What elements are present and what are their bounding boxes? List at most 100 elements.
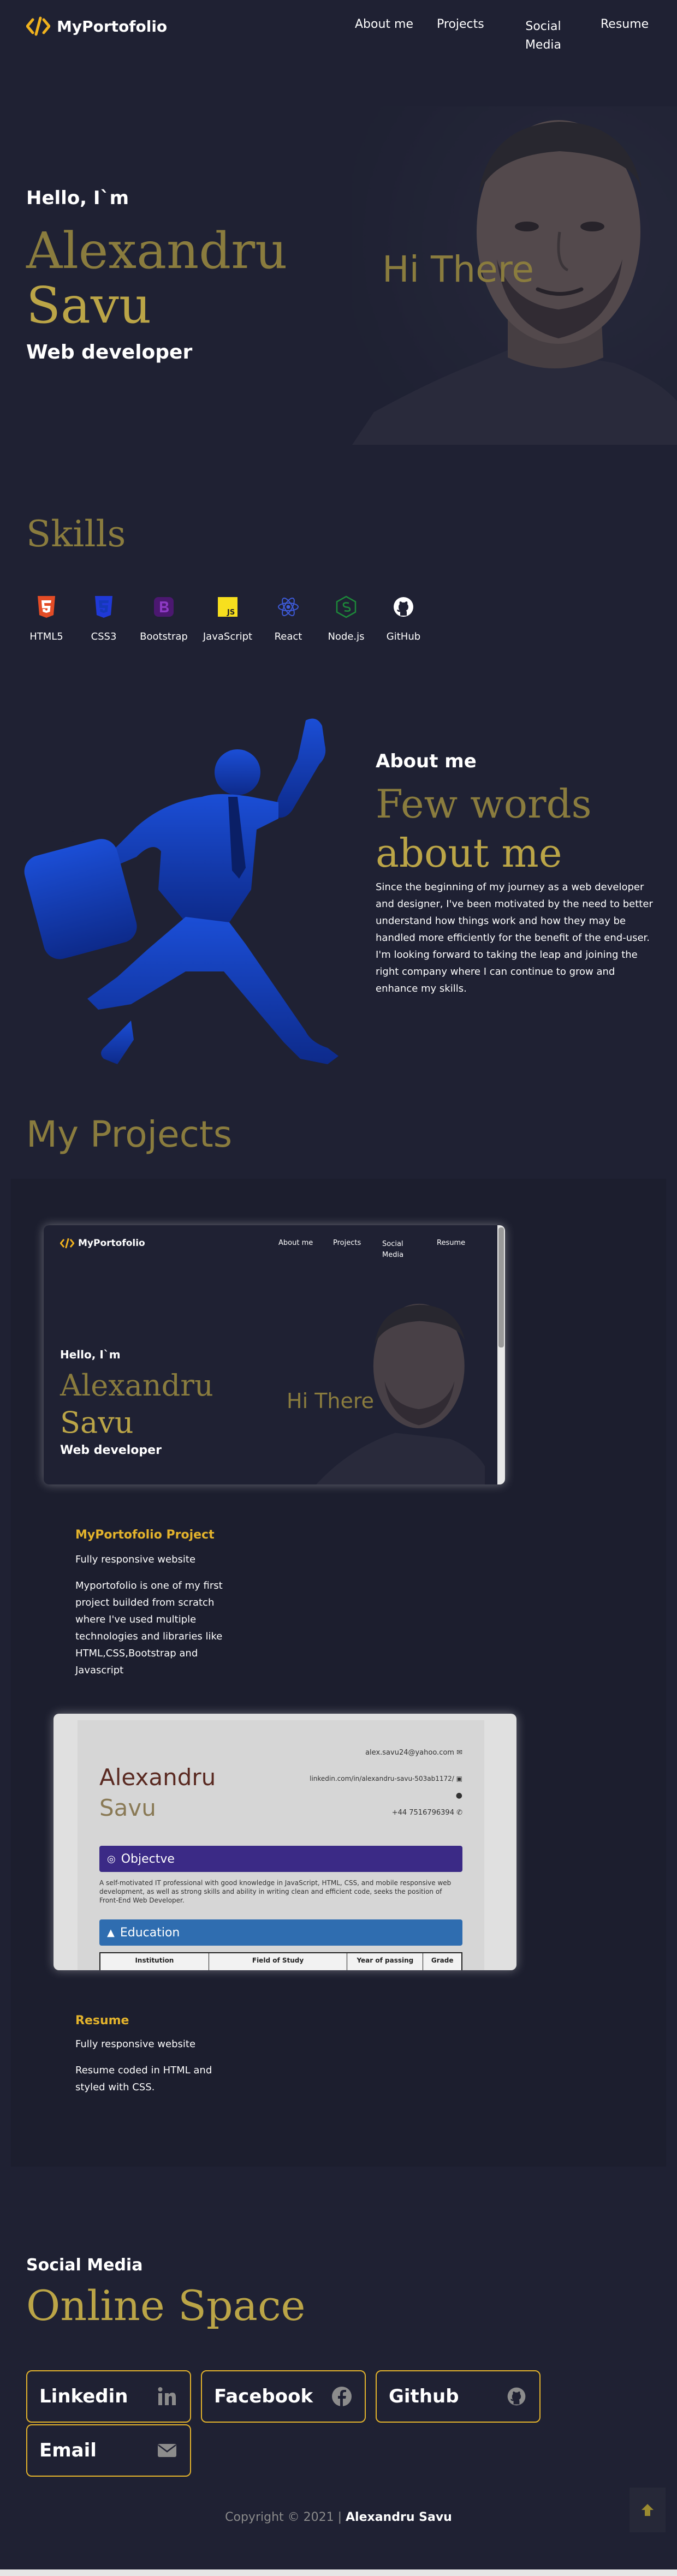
skill-label: Node.js: [328, 631, 365, 642]
nav-link-about[interactable]: About me: [355, 17, 413, 31]
horizontal-scrollbar[interactable]: [0, 2569, 677, 2576]
preview-scrollbar-thumb[interactable]: [498, 1227, 504, 1347]
email-button-label: Email: [39, 2440, 97, 2461]
preview-brand-logo: MyPortofolio: [60, 1237, 145, 1249]
html5-icon: [38, 596, 55, 618]
skill-label: React: [274, 631, 302, 642]
arrow-up-icon: [642, 2504, 654, 2516]
envelope-icon: [158, 2444, 176, 2457]
nav-link-projects[interactable]: Projects: [437, 17, 484, 31]
table-header-cell: Institution: [100, 1953, 209, 1970]
target-icon: ◎: [107, 1853, 116, 1865]
hero-first-name: Alexandru: [26, 222, 288, 280]
facebook-button[interactable]: Facebook: [201, 2370, 366, 2423]
preview-role: Web developer: [60, 1444, 162, 1457]
css3-icon: [95, 596, 112, 618]
facebook-button-label: Facebook: [214, 2386, 313, 2407]
nav-link-social-media[interactable]: Social Media: [519, 17, 568, 55]
nodejs-icon: [336, 595, 357, 618]
preview-nav-social-word: Social: [382, 1240, 403, 1248]
preview-overlay-text: Hi There: [287, 1389, 375, 1413]
bootstrap-icon: [154, 597, 174, 617]
table-header-cell: Grade: [431, 1957, 454, 1964]
preview-nav-resume: Resume: [437, 1239, 466, 1247]
project-subtitle: Fully responsive website: [75, 1554, 196, 1565]
skills-heading: Skills: [26, 513, 126, 555]
table-header-cell: Field of Study: [209, 1953, 348, 1970]
resume-last-name: Savu: [99, 1794, 156, 1821]
skill-label: CSS3: [91, 631, 117, 642]
skill-github: GitHub: [376, 595, 431, 642]
back-to-top-button[interactable]: [630, 2488, 666, 2532]
about-heading-line2: about me: [376, 830, 562, 876]
nav-link-resume[interactable]: Resume: [601, 17, 649, 31]
project-description: Resume coded in HTML and styled with CSS…: [75, 2065, 212, 2093]
javascript-icon: JS: [218, 597, 237, 617]
table-header-cell: Year of passing: [347, 1953, 424, 1970]
resume-email-text: alex.savu24@yahoo.com: [365, 1749, 454, 1757]
brand-name: MyPortofolio: [57, 17, 168, 35]
about-businessman-illustration: [24, 718, 339, 1064]
resume-education-table-header: Institution Field of Study Year of passi…: [99, 1952, 462, 1970]
skill-label: GitHub: [386, 631, 421, 642]
resume-phone: +44 7516796394 ✆: [391, 1809, 462, 1817]
hero-role: Web developer: [26, 341, 193, 363]
about-heading-line1: Few words: [376, 781, 592, 827]
preview-last-name: Savu: [60, 1405, 134, 1440]
linkedin-button-label: Linkedin: [39, 2386, 128, 2407]
code-brackets-icon: [26, 16, 50, 36]
resume-email: alex.savu24@yahoo.com ✉: [365, 1749, 462, 1757]
hero-overlay-text: Hi There: [382, 248, 534, 290]
linkedin-button[interactable]: Linkedin: [26, 2370, 191, 2423]
resume-first-name: Alexandru: [99, 1764, 216, 1791]
projects-heading: My Projects: [26, 1113, 233, 1155]
skill-label: HTML5: [29, 631, 63, 642]
github-button[interactable]: Github: [376, 2370, 541, 2423]
footer-author: Alexandru Savu: [346, 2511, 452, 2524]
preview-scrollbar[interactable]: [497, 1225, 505, 1484]
email-button[interactable]: Email: [26, 2424, 191, 2477]
graduation-cap-icon: ▲: [107, 1927, 115, 1939]
skill-javascript: JS JavaScript: [200, 595, 255, 642]
project-title: MyPortofolio Project: [75, 1528, 215, 1542]
hero-last-name: Savu: [26, 276, 152, 335]
brand-logo[interactable]: MyPortofolio: [26, 16, 167, 36]
resume-education-bar: ▲ Education: [99, 1919, 462, 1946]
skill-css3: CSS3: [76, 595, 131, 642]
react-icon: [278, 598, 299, 616]
nav-link-social-word: Social: [525, 20, 561, 33]
skill-bootstrap: Bootstrap: [136, 595, 191, 642]
resume-education-heading: Education: [120, 1925, 180, 1940]
skill-label: JavaScript: [203, 631, 253, 642]
project-preview-resume[interactable]: alex.savu24@yahoo.com ✉ linkedin.com/in/…: [54, 1714, 516, 1970]
resume-objective-heading: Objectve: [121, 1852, 175, 1866]
preview-first-name: Alexandru: [60, 1368, 213, 1403]
resume-objective-bar: ◎ Objectve: [99, 1846, 462, 1872]
code-brackets-icon: [60, 1238, 74, 1249]
preview-greeting: Hello, I`m: [60, 1348, 121, 1361]
preview-nav-media-word: Media: [382, 1251, 404, 1259]
resume-phone-text: +44 7516796394: [391, 1809, 454, 1817]
hero-greeting: Hello, I`m: [26, 187, 129, 209]
project-description: Myportofolio is one of my first project …: [75, 1580, 223, 1676]
footer-copyright: Copyright © 2021 |: [225, 2511, 342, 2524]
nav-link-media-word: Media: [525, 38, 562, 52]
skill-label: Bootstrap: [140, 631, 188, 642]
skill-html5: HTML5: [19, 595, 74, 642]
preview-nav-about: About me: [278, 1239, 313, 1247]
resume-objective-text: A self-motivated IT professional with go…: [99, 1879, 452, 1904]
preview-nav-projects: Projects: [333, 1239, 361, 1247]
project-preview-portfolio[interactable]: MyPortofolio About me Projects Social Med…: [44, 1225, 505, 1484]
preview-brand-name: MyPortofolio: [78, 1238, 145, 1249]
about-kicker: About me: [376, 750, 477, 772]
top-navbar: MyPortofolio About me Projects Social Med…: [0, 0, 677, 60]
skill-nodejs: Node.js: [319, 595, 373, 642]
linkedin-icon: [158, 2387, 176, 2405]
resume-github-icon: ●: [455, 1791, 462, 1800]
resume-linkedin-text: linkedin.com/in/alexandru-savu-503ab1172…: [310, 1775, 454, 1782]
project-subtitle: Fully responsive website: [75, 2038, 196, 2050]
project-title: Resume: [75, 2014, 129, 2028]
facebook-icon: [332, 2387, 352, 2406]
svg-text:JS: JS: [227, 609, 235, 617]
about-paragraph: Since the beginning of my journey as a w…: [376, 881, 653, 994]
